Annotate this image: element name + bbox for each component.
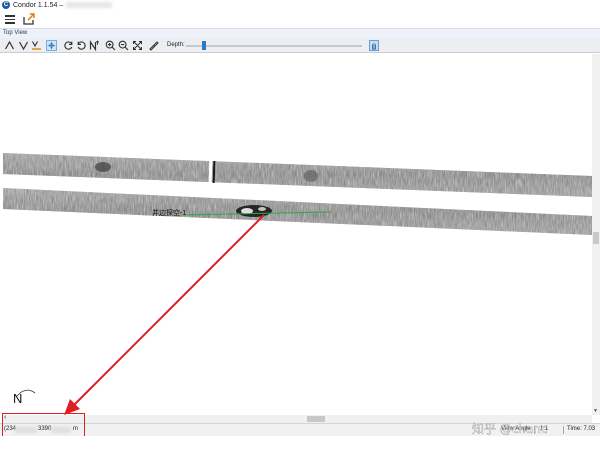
north-reset-icon[interactable] (89, 40, 100, 51)
zoom-out-icon[interactable] (118, 40, 129, 51)
north-label: N (13, 391, 22, 406)
window-bottom-strip (0, 436, 600, 450)
rotate-right-icon[interactable] (76, 40, 87, 51)
top-view-panel-header: Top View (0, 28, 600, 38)
condor-window: C Condor 1.1.54 – Top View Depth: 井边探空-1… (0, 0, 600, 450)
app-bar (0, 10, 600, 28)
target-label: 井边探空-1 (152, 208, 186, 217)
top-view-canvas[interactable]: 井边探空-1 N (0, 54, 592, 415)
lower-scan-strip (3, 188, 592, 235)
horizontal-scrollbar[interactable]: ‹ (3, 414, 592, 423)
export-icon[interactable] (22, 12, 36, 26)
zoom-in-icon[interactable] (105, 40, 116, 51)
rotate-left-icon[interactable] (63, 40, 74, 51)
view-angle-label: View Angle (501, 426, 531, 432)
depth-label: Depth: (167, 42, 185, 48)
status-right: View Angle 1:1 Time: 7.03 (468, 426, 600, 435)
horizontal-scroll-thumb[interactable] (307, 416, 325, 422)
view-toolbar: Depth: (0, 38, 600, 53)
scale-label: 1:1 (540, 426, 549, 432)
wedge-down-icon[interactable] (18, 40, 29, 51)
wedge-up-icon[interactable] (4, 40, 15, 51)
status-bar: (234 3390 m View Angle 1:1 Time: 7.03 (0, 423, 600, 436)
depth-slider-thumb[interactable] (202, 41, 206, 50)
depth-slider-track[interactable] (186, 45, 362, 47)
redacted-title-part (66, 2, 113, 8)
condor-app-icon: C (2, 1, 10, 9)
vertical-scrollbar[interactable]: ▼ (592, 54, 600, 415)
upper-scan-strip (3, 153, 592, 197)
north-arrow-icon: N (13, 389, 36, 406)
window-title: Condor 1.1.54 – (13, 1, 64, 9)
title-bar: C Condor 1.1.54 – (0, 0, 600, 10)
hand-icon[interactable] (369, 40, 379, 51)
vertical-scroll-thumb[interactable] (593, 232, 599, 244)
pan-select-icon[interactable] (46, 40, 57, 51)
wedge-bar-icon[interactable] (31, 40, 42, 51)
fit-view-icon[interactable] (132, 40, 143, 51)
panel-title: Top View (3, 30, 28, 36)
scroll-down-icon[interactable]: ▼ (593, 408, 598, 414)
annotation-highlight-box (2, 413, 85, 437)
sonar-scan-layer: 井边探空-1 N (3, 153, 592, 406)
time-label: Time: 7.03 (567, 426, 596, 432)
hamburger-icon[interactable] (3, 12, 17, 26)
measure-icon[interactable] (148, 40, 159, 51)
